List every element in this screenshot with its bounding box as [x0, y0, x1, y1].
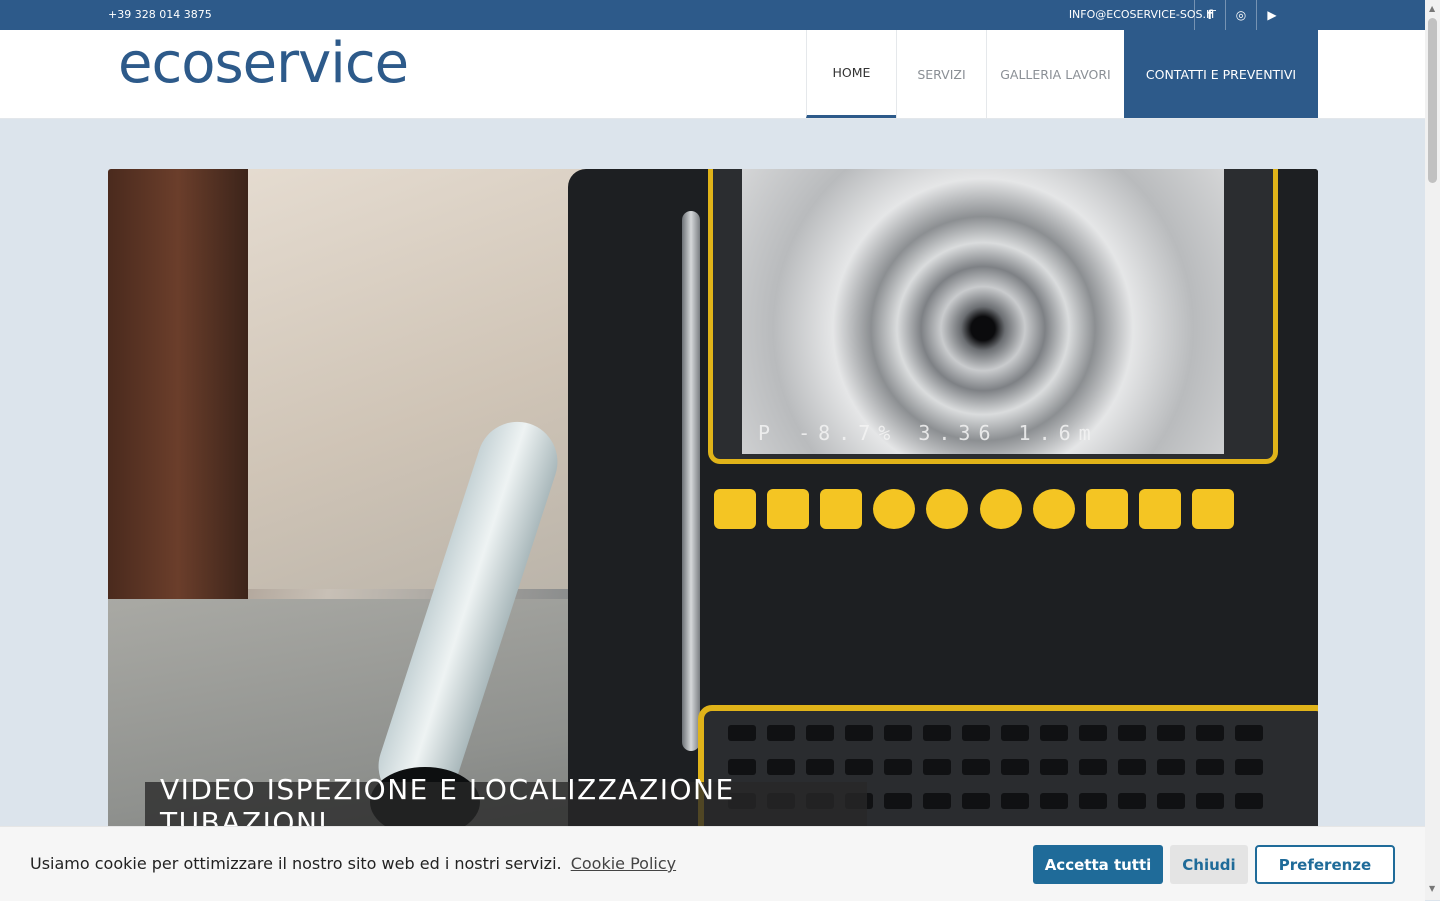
hero-wood — [108, 169, 248, 649]
nav-item-contatti-preventivi[interactable]: CONTATTI E PREVENTIVI — [1124, 30, 1318, 118]
device-screen-readout: P -8.7% 3.36 1.6m — [758, 421, 1099, 445]
instagram-icon[interactable]: ◎ — [1225, 0, 1256, 30]
cookie-preferences-button[interactable]: Preferenze — [1255, 845, 1395, 884]
scroll-down-arrow-icon[interactable]: ▼ — [1429, 884, 1435, 893]
cookie-message: Usiamo cookie per ottimizzare il nostro … — [30, 854, 562, 873]
nav-item-servizi[interactable]: SERVIZI — [896, 30, 986, 118]
phone-number[interactable]: +39 328 014 3875 — [108, 8, 212, 21]
facebook-icon[interactable]: f — [1194, 0, 1225, 30]
top-bar: +39 328 014 3875 INFO@ECOSERVICE-SOS.IT … — [0, 0, 1425, 30]
cookie-message-wrap: Usiamo cookie per ottimizzare il nostro … — [30, 854, 676, 873]
site-header: ecoservice HOME SERVIZI GALLERIA LAVORI … — [0, 30, 1425, 119]
scrollbar-thumb[interactable] — [1428, 18, 1437, 183]
cookie-policy-link[interactable]: Cookie Policy — [571, 854, 676, 873]
page-scrollbar[interactable]: ▲ ▼ — [1425, 0, 1440, 900]
keyboard-row — [728, 725, 1263, 741]
device-screen — [742, 169, 1224, 454]
main-nav: HOME SERVIZI GALLERIA LAVORI CONTATTI E … — [806, 30, 1318, 118]
site-logo[interactable]: ecoservice — [118, 36, 409, 92]
nav-item-galleria-lavori[interactable]: GALLERIA LAVORI — [986, 30, 1124, 118]
device-function-keys — [714, 489, 1234, 541]
scroll-up-arrow-icon[interactable]: ▲ — [1429, 4, 1435, 13]
social-links: f ◎ ▶ — [1194, 0, 1287, 30]
youtube-icon[interactable]: ▶ — [1256, 0, 1287, 30]
cookie-banner: Usiamo cookie per ottimizzare il nostro … — [0, 826, 1425, 901]
accept-all-button[interactable]: Accetta tutti — [1033, 845, 1163, 884]
device-arm — [682, 211, 700, 751]
nav-item-home[interactable]: HOME — [806, 30, 896, 118]
hero-caption: VIDEO ISPEZIONE E LOCALIZZAZIONE TUBAZIO… — [145, 773, 867, 839]
close-cookie-button[interactable]: Chiudi — [1170, 845, 1248, 884]
